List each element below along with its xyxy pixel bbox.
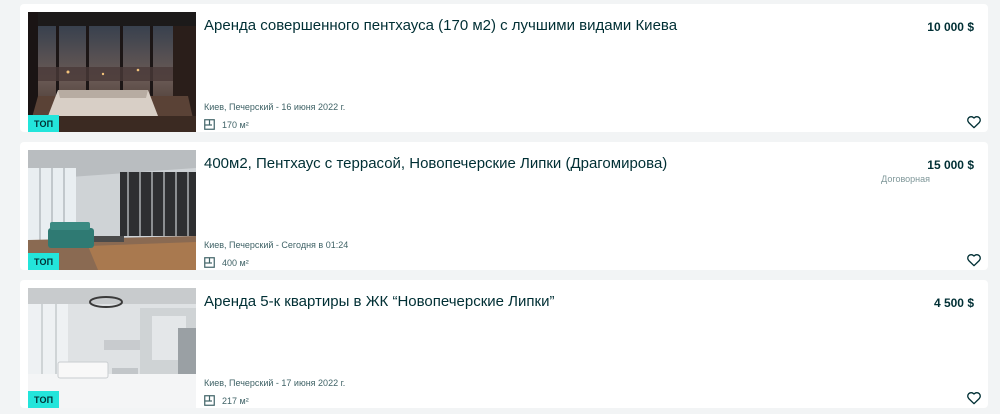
floor-plan-icon: [204, 119, 215, 130]
listing-location-date: Киев, Печерский - 16 июня 2022 г.: [204, 102, 346, 112]
listing-area-value: 400 м²: [222, 257, 249, 268]
floor-plan-icon: [204, 395, 215, 406]
listing-area-value: 170 м²: [222, 119, 249, 130]
listing-card[interactable]: ТОП Аренда 5-к квартиры в ЖК “Новопечерс…: [20, 280, 988, 408]
top-badge: ТОП: [28, 115, 60, 132]
listing-list: ТОП Аренда совершенного пентхауса (170 м…: [0, 0, 1000, 414]
listing-photo[interactable]: ТОП: [28, 150, 196, 270]
listing-price: 10 000 $: [927, 20, 974, 34]
top-badge: ТОП: [28, 391, 60, 408]
penthouse-night-view-image: [28, 12, 196, 132]
floor-plan-icon: [204, 257, 215, 268]
penthouse-living-room-image: [28, 150, 196, 270]
listing-area: 217 м²: [204, 395, 249, 406]
listing-price: 4 500 $: [933, 296, 974, 310]
favorite-heart-icon[interactable]: [966, 390, 982, 406]
listing-area: 170 м²: [204, 119, 249, 130]
listing-photo[interactable]: ТОП: [28, 288, 196, 408]
top-badge: ТОП: [28, 253, 60, 270]
listing-location-date: Киев, Печерский - 17 июня 2022 г.: [204, 378, 346, 388]
listing-price: 15 000 $: [927, 158, 974, 172]
negotiable-label: Договорная: [881, 174, 930, 184]
apartment-interior-image: [28, 288, 196, 408]
listing-area: 400 м²: [204, 257, 249, 268]
favorite-heart-icon[interactable]: [966, 252, 982, 268]
listing-photo[interactable]: ТОП: [28, 12, 196, 132]
listing-area-value: 217 м²: [222, 395, 249, 406]
listing-title[interactable]: Аренда 5-к квартиры в ЖК “Новопечерские …: [204, 292, 854, 312]
favorite-heart-icon[interactable]: [966, 114, 982, 130]
listing-location-date: Киев, Печерский - Сегодня в 01:24: [204, 240, 349, 250]
listing-title[interactable]: 400м2, Пентхаус с террасой, Новопечерски…: [204, 154, 854, 174]
listing-card[interactable]: ТОП 400м2, Пентхаус с террасой, Новопече…: [20, 142, 988, 270]
listing-title[interactable]: Аренда совершенного пентхауса (170 м2) с…: [204, 16, 854, 36]
listing-card[interactable]: ТОП Аренда совершенного пентхауса (170 м…: [20, 4, 988, 132]
